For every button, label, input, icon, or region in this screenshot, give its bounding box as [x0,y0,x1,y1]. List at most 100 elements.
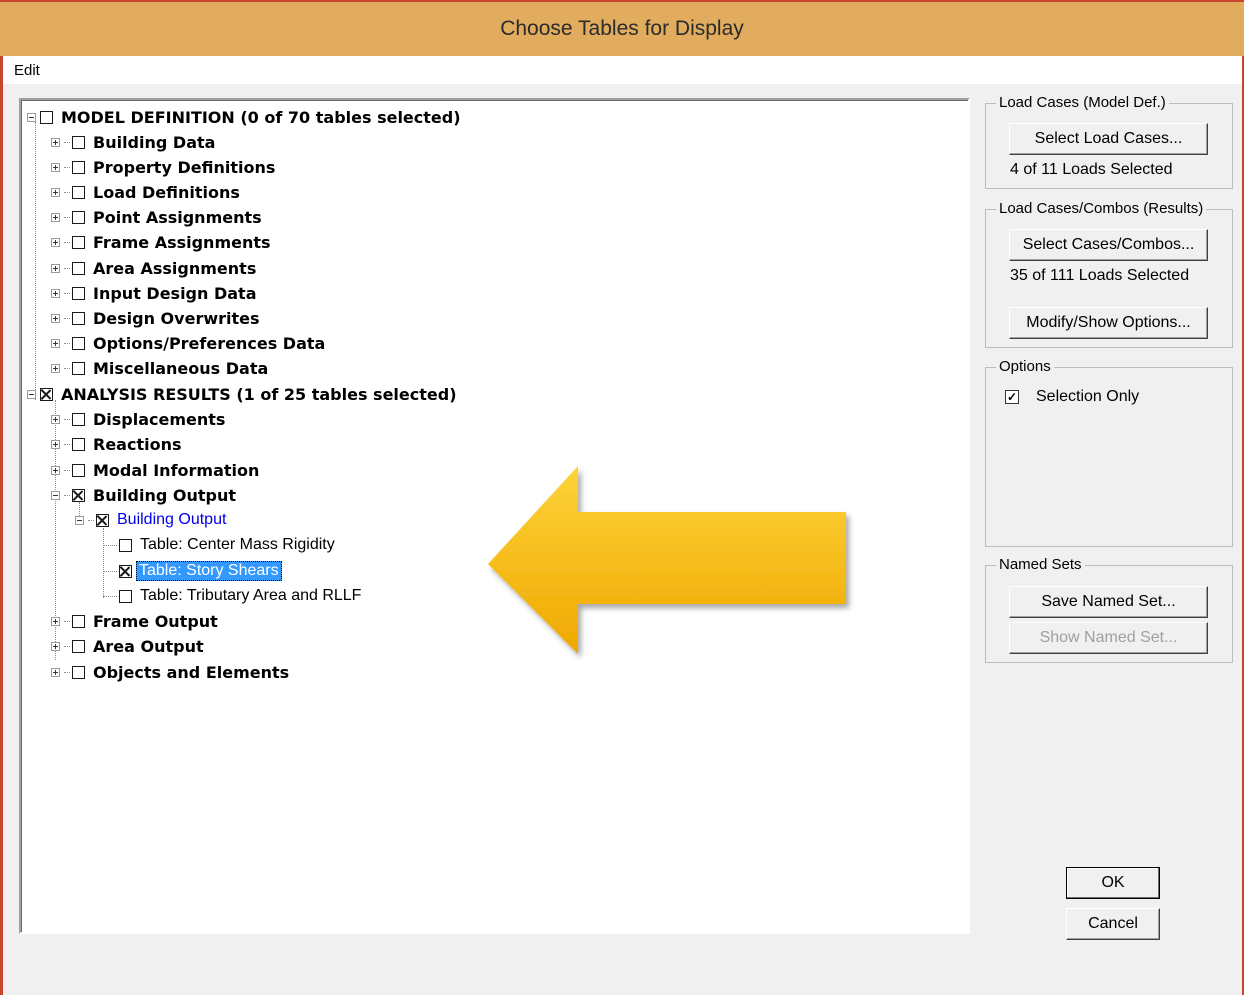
checkbox[interactable] [72,135,85,149]
checkbox[interactable] [72,235,85,249]
tree-connector [103,570,117,572]
checkbox[interactable] [119,538,132,552]
tree-node-design-overwrites[interactable]: Design Overwrites [51,306,260,330]
tree-node-miscellaneous-data[interactable]: Miscellaneous Data [51,356,268,380]
tree-node-property-definitions[interactable]: Property Definitions [51,155,275,179]
tree-node-label: Table: Tributary Area and RLLF [140,587,362,604]
checkbox[interactable] [72,336,85,350]
checkbox[interactable] [72,488,85,502]
expand-icon[interactable] [51,616,60,626]
checkbox[interactable] [119,564,132,578]
tree-node-building-output-sub[interactable]: Building Output [75,508,226,532]
tree-node-label: MODEL DEFINITION (0 of 70 tables selecte… [61,107,461,127]
checkbox[interactable] [72,463,85,477]
tree-node-table-tributary-area[interactable]: Table: Tributary Area and RLLF [103,584,361,608]
collapse-icon[interactable] [75,515,84,525]
expand-icon[interactable] [51,187,60,197]
tree-node-model-definition[interactable]: MODEL DEFINITION (0 of 70 tables selecte… [27,105,461,129]
title-bar[interactable]: Choose Tables for Display [0,0,1244,56]
collapse-icon[interactable] [27,112,36,122]
select-cases-combos-button[interactable]: Select Cases/Combos... [1009,229,1208,261]
tree-connector [64,418,70,420]
checkbox[interactable] [119,589,132,603]
show-named-set-button[interactable]: Show Named Set... [1009,622,1208,654]
tree-node-building-data[interactable]: Building Data [51,130,215,154]
checkbox[interactable] [72,311,85,325]
checkbox[interactable] [72,614,85,628]
tree-node-modal-information[interactable]: Modal Information [51,458,259,482]
expand-icon[interactable] [51,338,60,348]
expand-icon[interactable] [51,465,60,475]
analysis-results-checkbox[interactable] [40,387,53,401]
tree-node-label: Property Definitions [93,157,276,177]
tree-node-frame-output[interactable]: Frame Output [51,609,218,633]
tree-connector [64,317,70,319]
expand-icon[interactable] [51,439,60,449]
checkbox[interactable] [72,639,85,653]
checkbox[interactable] [72,286,85,300]
cancel-button[interactable]: Cancel [1066,908,1160,940]
expand-icon[interactable] [51,212,60,222]
checkbox[interactable] [72,210,85,224]
expand-icon[interactable] [51,237,60,247]
checkbox[interactable] [72,665,85,679]
tree-node-label: Building Data [93,132,216,152]
tree-node-frame-assignments[interactable]: Frame Assignments [51,230,271,254]
tree-node-area-assignments[interactable]: Area Assignments [51,256,256,280]
expand-icon[interactable] [51,288,60,298]
tree-node-label: Input Design Data [93,283,257,303]
expand-icon[interactable] [51,137,60,147]
expand-icon[interactable] [51,641,60,651]
tree-connector [64,267,70,269]
expand-icon[interactable] [51,414,60,424]
ok-button[interactable]: OK [1066,867,1160,899]
group-legend: Load Cases (Model Def.) [996,94,1169,111]
checkbox[interactable] [72,361,85,375]
tree-connector [103,595,117,597]
checkbox[interactable] [72,412,85,426]
model-definition-checkbox[interactable] [40,110,53,124]
tree-connector [64,367,70,369]
checkbox[interactable] [72,185,85,199]
tree-node-displacements[interactable]: Displacements [51,407,225,431]
tree-connector [103,544,117,546]
tree-guide-line [35,122,36,400]
tree-connector [64,141,70,143]
tree-node-label: Point Assignments [93,207,262,227]
tree-node-reactions[interactable]: Reactions [51,432,182,456]
checkbox[interactable] [72,160,85,174]
tree-node-point-assignments[interactable]: Point Assignments [51,205,262,229]
tree-node-objects-and-elements[interactable]: Objects and Elements [51,660,289,684]
modify-show-options-button[interactable]: Modify/Show Options... [1009,307,1208,339]
tree-node-input-design-data[interactable]: Input Design Data [51,281,256,305]
tree-connector [64,292,70,294]
tree-node-label: Modal Information [93,460,260,480]
checkbox[interactable] [96,513,109,527]
expand-icon[interactable] [51,162,60,172]
expand-icon[interactable] [51,263,60,273]
selection-only-checkbox[interactable]: ✓ Selection Only [1005,388,1139,406]
checkmark-icon[interactable]: ✓ [1005,390,1019,404]
menu-edit[interactable]: Edit [3,62,40,79]
tree-node-building-output[interactable]: Building Output [51,483,236,507]
checkbox[interactable] [72,261,85,275]
selection-only-label: Selection Only [1036,388,1140,405]
collapse-icon[interactable] [51,490,60,500]
tree-node-label: Miscellaneous Data [93,358,269,378]
save-named-set-button[interactable]: Save Named Set... [1009,586,1208,618]
tree-connector [64,443,70,445]
tree-node-table-story-shears[interactable]: Table: Story Shears [103,559,282,583]
expand-icon[interactable] [51,363,60,373]
expand-icon[interactable] [51,667,60,677]
tree-node-analysis-results[interactable]: ANALYSIS RESULTS (1 of 25 tables selecte… [27,382,457,406]
tree-node-load-definitions[interactable]: Load Definitions [51,180,240,204]
group-legend: Options [996,358,1054,375]
tree-node-options-preferences-data[interactable]: Options/Preferences Data [51,331,325,355]
collapse-icon[interactable] [27,389,36,399]
expand-icon[interactable] [51,313,60,323]
tree-node-area-output[interactable]: Area Output [51,634,204,658]
tree-connector [64,494,70,496]
checkbox[interactable] [72,437,85,451]
tree-node-table-center-mass-rigidity[interactable]: Table: Center Mass Rigidity [103,533,335,557]
select-load-cases-button[interactable]: Select Load Cases... [1009,123,1208,155]
